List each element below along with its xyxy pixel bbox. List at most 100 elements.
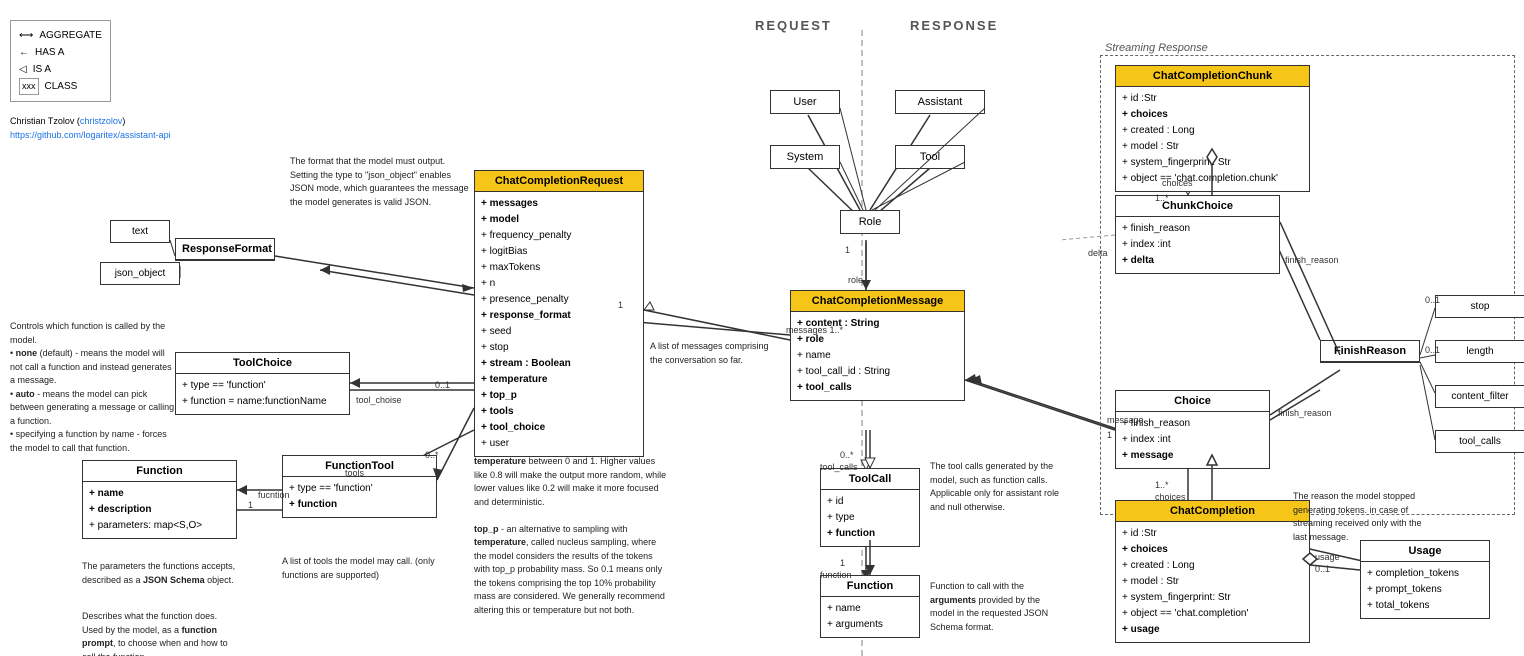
finish-reason-note: The reason the model stopped generating …: [1293, 490, 1433, 544]
field-seed: + seed: [481, 324, 637, 340]
mult-chunk-choices: choices: [1162, 178, 1193, 188]
length-box: length: [1435, 340, 1524, 363]
tool-choice-body: + type == 'function' + function = name:f…: [176, 374, 349, 414]
msg-1: 1: [1107, 430, 1112, 440]
field-tools: + tools: [481, 404, 637, 420]
chat-completion-request-class: ChatCompletionRequest + messages + model…: [474, 170, 644, 457]
function-left-class: Function + name + description + paramete…: [82, 460, 237, 539]
legend-box: ⟷ AGGREGATE ← HAS A ◁ IS A xxx CLASS: [10, 20, 111, 102]
field-user: + user: [481, 436, 637, 452]
role-box: Role: [840, 210, 900, 234]
chat-completion-chunk-class: ChatCompletionChunk + id :Str + choices …: [1115, 65, 1310, 192]
hasa-label: HAS A: [35, 44, 64, 61]
hasa-icon: ←: [19, 44, 29, 61]
mult-toolcalls: 0..*: [840, 450, 854, 460]
fr-01-2: 0..1: [1425, 345, 1440, 355]
legend-hasa: ← HAS A: [19, 44, 102, 61]
chat-completion-request-body: + messages + model + frequency_penalty +…: [475, 192, 643, 456]
chunk-choice-header: ChunkChoice: [1116, 196, 1279, 217]
chat-completion-class: ChatCompletion + id :Str + choices + cre…: [1115, 500, 1310, 643]
ft-type: + type == 'function': [289, 481, 430, 497]
legend-isa: ◁ IS A: [19, 61, 102, 78]
mult-tools-label: tools: [345, 468, 364, 478]
response-format-note: The format that the model must output. S…: [290, 155, 470, 209]
chat-completion-chunk-body: + id :Str + choices + created : Long + m…: [1116, 87, 1309, 191]
cc-finish-reason-label: finish_reason: [1285, 255, 1339, 265]
class-icon: xxx: [19, 78, 39, 95]
fr-args: + arguments: [827, 617, 913, 633]
choice-class: Choice + finish_reason + index :int + me…: [1115, 390, 1270, 469]
tool-choice-class: ToolChoice + type == 'function' + functi…: [175, 352, 350, 415]
cc2-obj: + object == 'chat.completion': [1122, 606, 1303, 622]
choice-finish-reason-label: finish_reason: [1278, 408, 1332, 418]
finish-reason-header: FinishReason: [1321, 341, 1419, 362]
function-left-header: Function: [83, 461, 236, 482]
usage-header: Usage: [1361, 541, 1489, 562]
mult-func2-label: function: [820, 570, 852, 580]
field-respfmt: + response_format: [481, 308, 637, 324]
tc2-func: + function: [827, 526, 913, 542]
function-params-note: The parameters the functions accepts, de…: [82, 560, 237, 587]
field-stream: + stream : Boolean: [481, 356, 637, 372]
chat-completion-header: ChatCompletion: [1116, 501, 1309, 522]
chunk-id: + id :Str: [1122, 91, 1303, 107]
cc2-created: + created : Long: [1122, 558, 1303, 574]
field-stop: + stop: [481, 340, 637, 356]
message-label: message: [1107, 415, 1144, 425]
function-tool-class: FunctionTool + type == 'function' + func…: [282, 455, 437, 518]
fl-name: + name: [89, 486, 230, 502]
stop-box: stop: [1435, 295, 1524, 318]
finish-reason-class: FinishReason: [1320, 340, 1420, 363]
chunk-choices: + choices: [1122, 107, 1303, 123]
chat-completion-request-header: ChatCompletionRequest: [475, 171, 643, 192]
field-name: + name: [797, 348, 958, 364]
mult-role: 1: [845, 245, 850, 255]
fl-desc: + description: [89, 502, 230, 518]
tool-box: Tool: [895, 145, 965, 169]
response-header: RESPONSE: [910, 18, 998, 33]
response-format-class: ResponseFormat: [175, 238, 275, 261]
field-topp: + top_p: [481, 388, 637, 404]
mult-func2: 1: [840, 558, 845, 568]
author-link[interactable]: christzolov: [80, 116, 123, 126]
cc-choices-star: 1..*: [1155, 480, 1169, 490]
choice-idx: + index :int: [1122, 432, 1263, 448]
mult-1-left: 1: [618, 300, 623, 310]
function-to-call-note: Function to call with the arguments prov…: [930, 580, 1060, 634]
tool-call-class: ToolCall + id + type + function: [820, 468, 920, 547]
cc-delta: + delta: [1122, 253, 1273, 269]
response-format-header: ResponseFormat: [176, 239, 274, 260]
cc2-sf: + system_fingerprint: Str: [1122, 590, 1303, 606]
delta-label: delta: [1088, 248, 1108, 258]
tc2-type: + type: [827, 510, 913, 526]
system-box: System: [770, 145, 840, 169]
usage-tt: + total_tokens: [1367, 598, 1483, 614]
mult-toolchoice-label: tool_choise: [356, 395, 402, 405]
tool-choice-note: Controls which function is called by the…: [10, 320, 175, 455]
author-github: https://github.com/logaritex/assistant-a…: [10, 129, 171, 143]
temperature-note: temperature between 0 and 1. Higher valu…: [474, 455, 669, 617]
author-info: Christian Tzolov (christzolov) https://g…: [10, 115, 171, 142]
mult-func: 1: [248, 500, 253, 510]
cc2-model: + model : Str: [1122, 574, 1303, 590]
function-tool-list-note: A list of tools the model may call. (onl…: [282, 555, 437, 582]
fr-01-1: 0..1: [1425, 295, 1440, 305]
usage-label: usage: [1315, 552, 1340, 562]
legend-aggregate: ⟷ AGGREGATE: [19, 27, 102, 44]
mult-tools: 0..*: [425, 450, 439, 460]
chunk-obj: + object == 'chat.completion.chunk': [1122, 171, 1303, 187]
chunk-sf: + system_fingerprint: Str: [1122, 155, 1303, 171]
chunk-choice-body: + finish_reason + index :int + delta: [1116, 217, 1279, 273]
usage-01: 0..1: [1315, 564, 1330, 574]
aggregate-label: AGGREGATE: [39, 27, 102, 44]
usage-pt: + prompt_tokens: [1367, 582, 1483, 598]
github-link[interactable]: https://github.com/logaritex/assistant-a…: [10, 130, 171, 140]
tool-calls-box: tool_calls: [1435, 430, 1524, 453]
user-box: User: [770, 90, 840, 114]
mult-toolchoice: 0..1: [435, 380, 450, 390]
isa-label: IS A: [33, 61, 51, 78]
chunk-created: + created : Long: [1122, 123, 1303, 139]
field-toolcalls: + tool_calls: [797, 380, 958, 396]
function-tool-body: + type == 'function' + function: [283, 477, 436, 517]
chat-completion-body: + id :Str + choices + created : Long + m…: [1116, 522, 1309, 642]
